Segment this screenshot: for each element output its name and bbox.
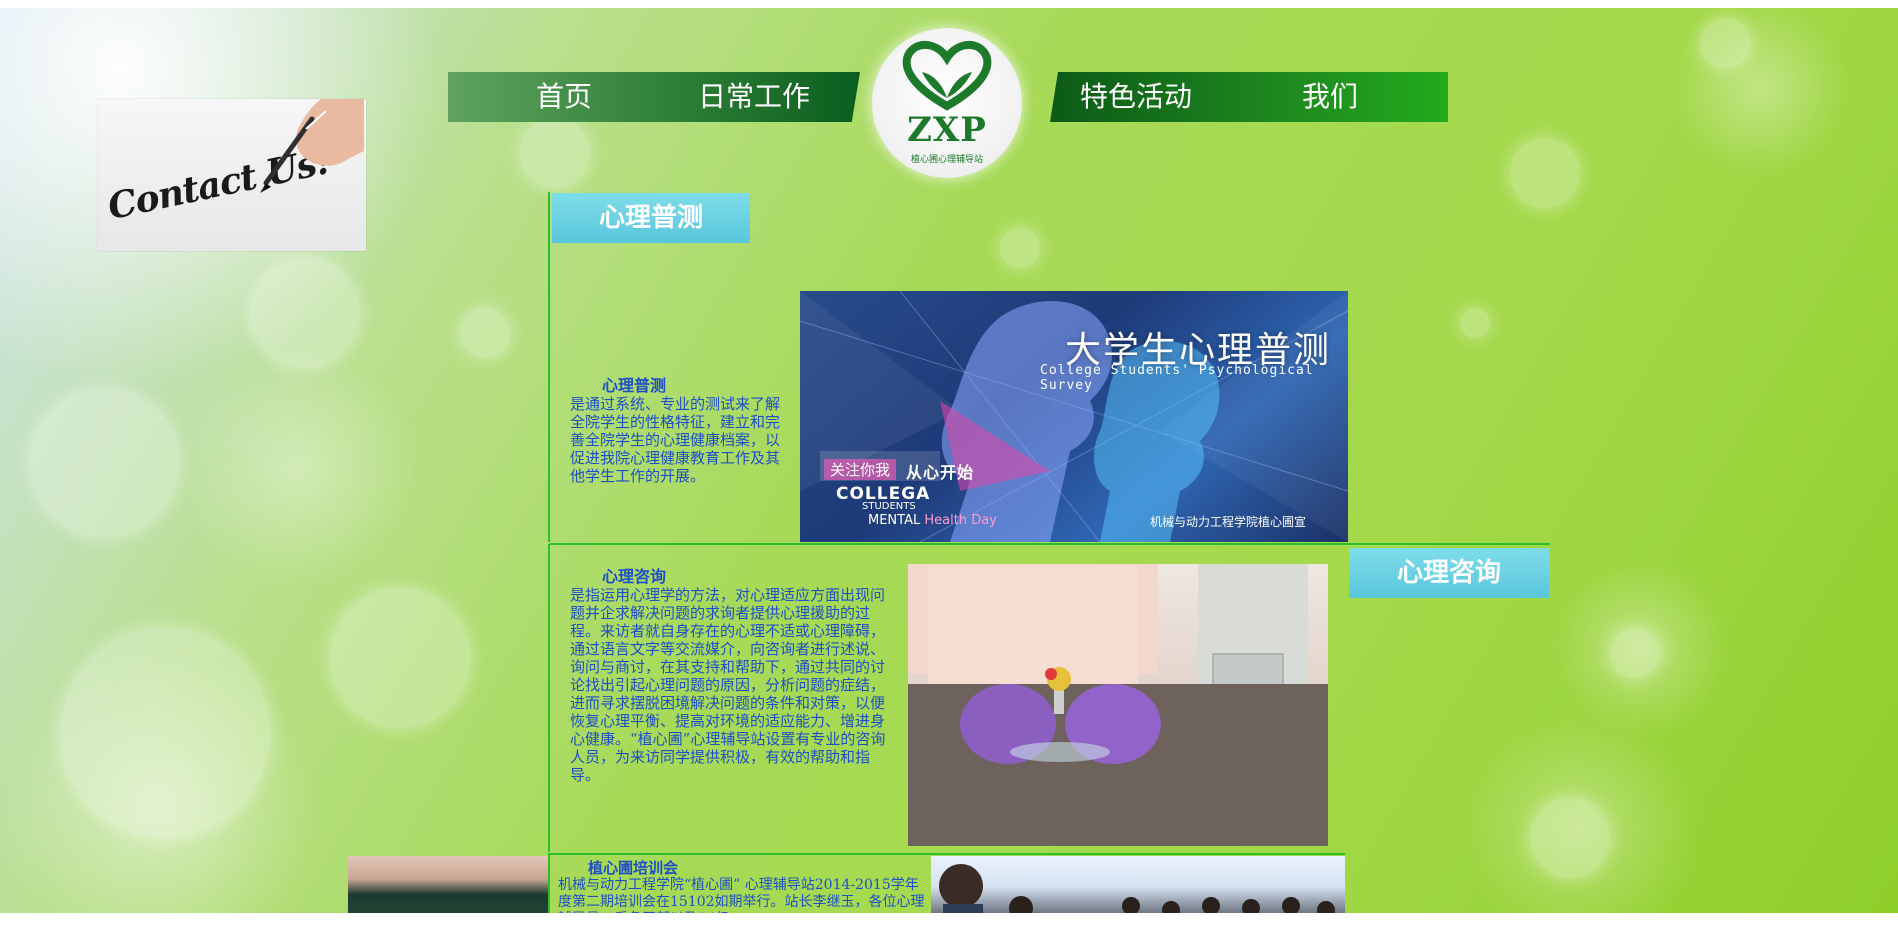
logo-mark: ZXP: [907, 110, 987, 150]
survey-banner-caption-b: 从心开始: [906, 463, 975, 482]
training-photo-right: [931, 856, 1345, 913]
training-panel: [548, 853, 550, 913]
survey-banner-caption-d: STUDENTS: [862, 501, 916, 512]
survey-banner-caption-a: 关注你我: [824, 459, 897, 480]
survey-panel: [548, 192, 550, 542]
contact-us-card[interactable]: Contact Us!: [98, 99, 366, 251]
survey-banner-image: 大学生心理普测 College Students' Psychological …: [800, 291, 1348, 542]
survey-description: 心理普测 是通过系统、专业的测试来了解全院学生的性格特征，建立和完善全院学生的心…: [570, 376, 782, 486]
survey-heading: 心理普测: [602, 376, 667, 395]
bokeh-decoration: [460, 308, 510, 358]
survey-banner-subtitle: College Students' Psychological Survey: [1040, 363, 1314, 393]
survey-body: 是通过系统、专业的测试来了解全院学生的性格特征，建立和完善全院学生的心理健康档案…: [570, 395, 781, 485]
bokeh-decoration: [520, 118, 590, 188]
training-description: 植心圃培训会 机械与动力工程学院“植心圃” 心理辅导站2014-2015学年度第…: [558, 859, 926, 914]
counsel-panel-divider: [550, 853, 1345, 855]
heart-sprout-icon: [902, 40, 992, 111]
bokeh-decoration: [250, 258, 360, 368]
nav-item-daily-work[interactable]: 日常工作: [698, 80, 810, 114]
survey-banner-caption-e: MENTAL Health Day: [868, 513, 997, 528]
survey-banner-caption-e-text: MENTAL: [868, 513, 921, 528]
site-logo[interactable]: ZXP 植心圃心理辅导站: [872, 28, 1022, 178]
training-classroom-illustration: [939, 864, 1335, 913]
page-background: Contact Us! 首页 日常工作 特色活动 我们 ZXP 植心圃心理辅导站…: [0, 8, 1898, 913]
counsel-room-illustration: [908, 564, 1328, 846]
counsel-heading: 心理咨询: [602, 567, 667, 586]
survey-banner-caption-f-text: Health Day: [924, 513, 997, 528]
bokeh-decoration: [1510, 138, 1580, 208]
training-body: 机械与动力工程学院“植心圃” 心理辅导站2014-2015学年度第二期培训会在1…: [558, 877, 925, 913]
counsel-panel: [548, 544, 550, 852]
bokeh-decoration: [330, 588, 470, 728]
training-heading: 植心圃培训会: [588, 859, 679, 877]
nav-item-about-us[interactable]: 我们: [1302, 80, 1358, 114]
bokeh-decoration: [1000, 228, 1040, 268]
bokeh-decoration: [60, 628, 270, 838]
survey-banner-caption-g: 机械与动力工程学院植心圃宣: [1150, 515, 1307, 529]
bokeh-decoration: [30, 388, 180, 538]
counsel-room-photo: [908, 564, 1328, 846]
logo-subtitle: 植心圃心理辅导站: [910, 155, 983, 165]
training-photo-left: [348, 856, 548, 913]
bokeh-decoration: [1460, 308, 1490, 338]
survey-panel-divider: [550, 543, 1550, 545]
counsel-body: 是指运用心理学的方法，对心理适应方面出现问题并企求解决问题的求询者提供心理援助的…: [570, 586, 886, 784]
counsel-description: 心理咨询 是指运用心理学的方法，对心理适应方面出现问题并企求解决问题的求询者提供…: [570, 567, 890, 785]
tab-psych-survey[interactable]: 心理普测: [552, 193, 750, 243]
nav-item-special-activities[interactable]: 特色活动: [1080, 80, 1192, 114]
nav-item-home[interactable]: 首页: [536, 80, 592, 114]
tab-psych-counsel[interactable]: 心理咨询: [1349, 548, 1549, 598]
pen-hand-icon: [260, 99, 364, 193]
bokeh-decoration: [1610, 628, 1660, 678]
bokeh-decoration: [1530, 798, 1610, 878]
bokeh-decoration: [1700, 18, 1750, 68]
